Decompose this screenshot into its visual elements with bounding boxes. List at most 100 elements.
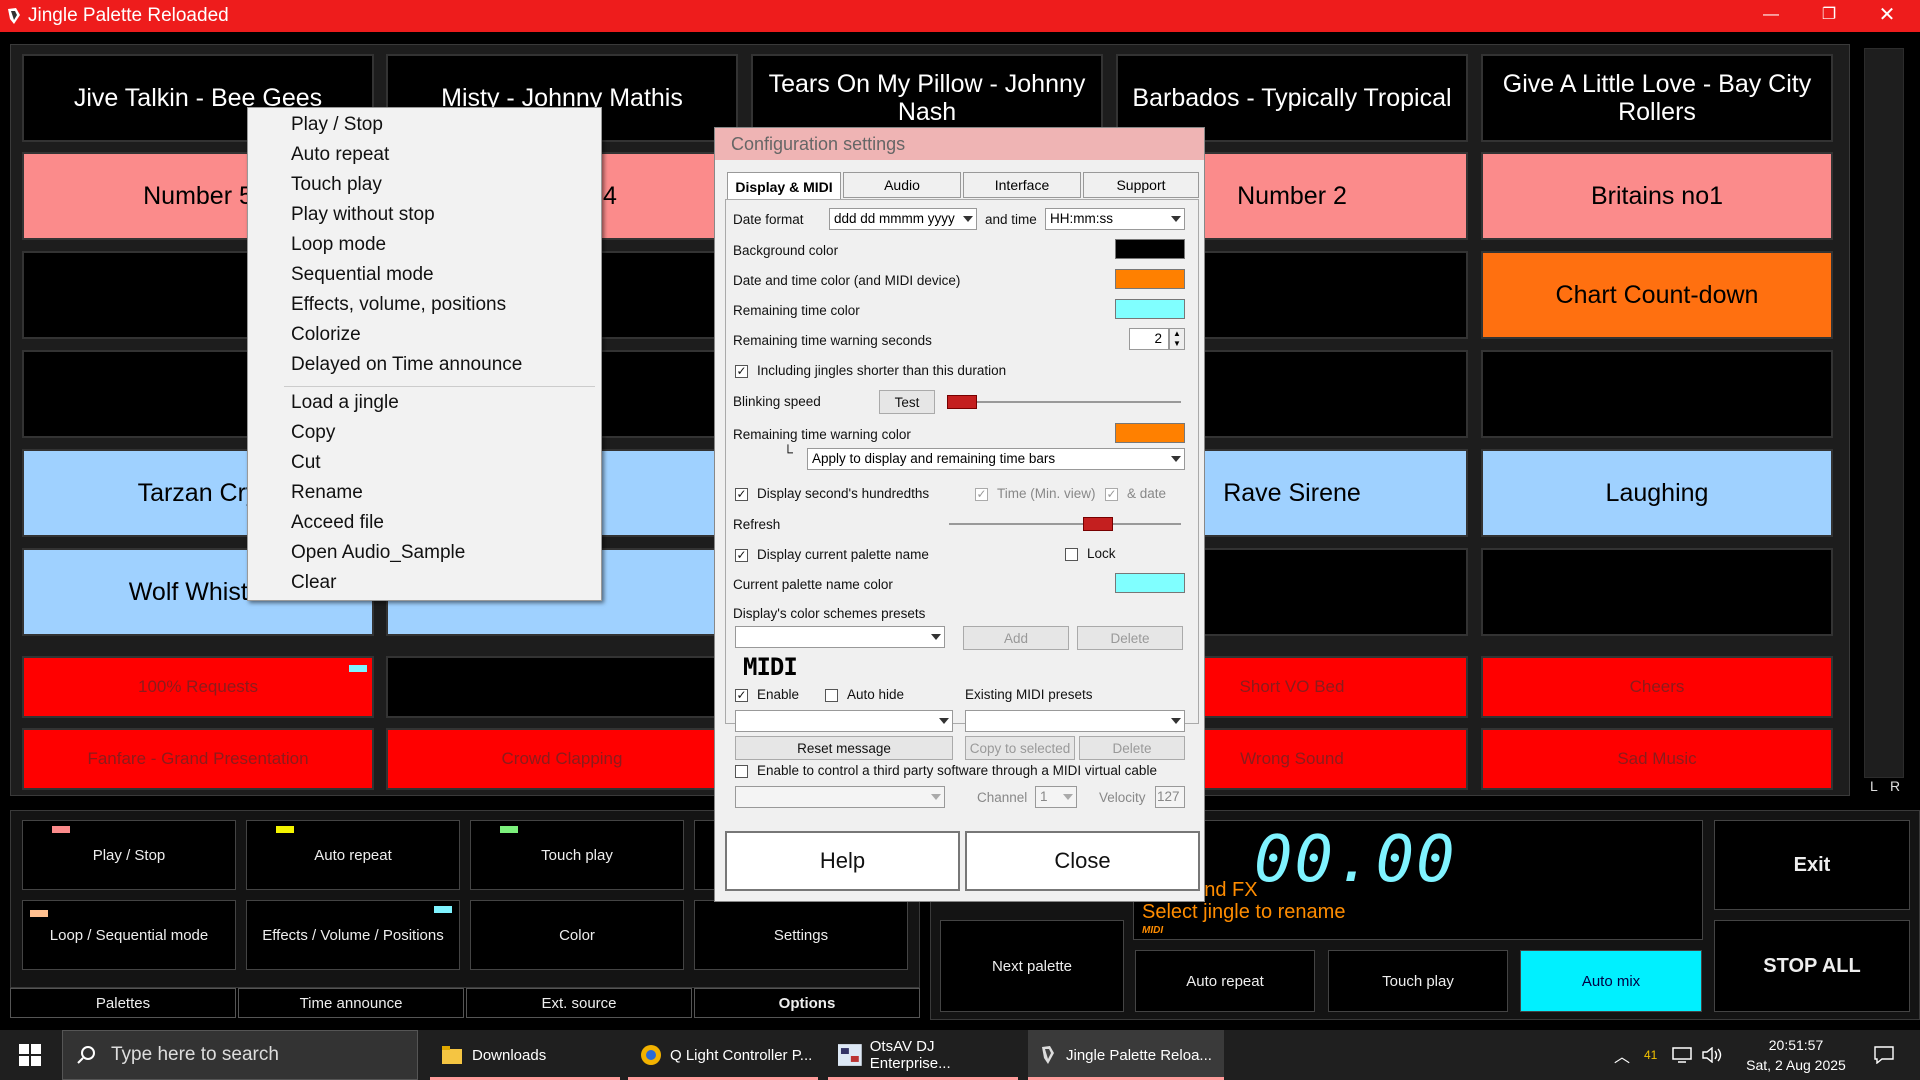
- clock[interactable]: 20:51:57 Sat, 2 Aug 2025: [1736, 1030, 1856, 1080]
- fx-button[interactable]: 100% Requests: [22, 656, 374, 718]
- tab-support[interactable]: Support: [1083, 172, 1199, 198]
- color-button[interactable]: Color: [470, 900, 684, 970]
- menu-item[interactable]: Open Audio_Sample: [291, 542, 465, 564]
- help-button[interactable]: Help: [725, 831, 960, 891]
- test-button[interactable]: Test: [879, 390, 935, 414]
- jingle-button[interactable]: Chart Count-down: [1481, 251, 1833, 339]
- delete-midi-preset-button[interactable]: Delete: [1079, 736, 1185, 760]
- stop-all-button[interactable]: STOP ALL: [1714, 920, 1910, 1012]
- midi-device-select[interactable]: [735, 710, 953, 732]
- network-icon[interactable]: [1672, 1030, 1698, 1080]
- channel-select[interactable]: 1: [1035, 786, 1077, 808]
- apply-to-select[interactable]: Apply to display and remaining time bars: [807, 448, 1185, 470]
- loop-sequential-label: Loop / Sequential mode: [49, 926, 209, 944]
- background-color-swatch[interactable]: [1115, 239, 1185, 259]
- enable-midi-checkbox[interactable]: ✓: [735, 689, 748, 702]
- jingle-label: Give A Little Love - Bay City Rollers: [1502, 70, 1812, 126]
- auto-hide-checkbox[interactable]: [825, 689, 838, 702]
- menu-item[interactable]: Copy: [291, 422, 335, 444]
- virtual-cable-select[interactable]: [735, 786, 945, 808]
- reset-message-button[interactable]: Reset message: [735, 736, 953, 760]
- tab-audio[interactable]: Audio: [843, 172, 961, 198]
- time-format-select[interactable]: HH:mm:ss: [1045, 208, 1185, 230]
- tab-interface[interactable]: Interface: [963, 172, 1081, 198]
- blinking-speed-slider[interactable]: [945, 392, 1185, 412]
- tab-display-midi[interactable]: Display & MIDI: [727, 172, 841, 200]
- menu-item[interactable]: Loop mode: [291, 234, 386, 256]
- config-title: Configuration settings: [715, 128, 1204, 160]
- presets-select[interactable]: [735, 626, 945, 648]
- menu-item[interactable]: Acceed file: [291, 512, 384, 534]
- touch-play-right-button[interactable]: Touch play: [1328, 950, 1508, 1012]
- copy-to-selected-button[interactable]: Copy to selected: [965, 736, 1075, 760]
- menu-item[interactable]: Play without stop: [291, 204, 435, 226]
- minimize-button[interactable]: —: [1742, 0, 1800, 32]
- taskbar-downloads[interactable]: Downloads: [430, 1030, 620, 1080]
- next-palette-button[interactable]: Next palette: [940, 920, 1124, 1012]
- tray-badge[interactable]: 41: [1644, 1030, 1664, 1080]
- tab-options[interactable]: Options: [694, 988, 920, 1018]
- auto-mix-button[interactable]: Auto mix: [1520, 950, 1702, 1012]
- lock-checkbox[interactable]: [1065, 548, 1078, 561]
- tab-ext-source[interactable]: Ext. source: [466, 988, 692, 1018]
- test-button-label: Test: [894, 394, 920, 410]
- including-shorter-checkbox[interactable]: ✓: [735, 365, 748, 378]
- taskbar-otsav[interactable]: OtsAV DJ Enterprise...: [828, 1030, 1018, 1080]
- exit-button[interactable]: Exit: [1714, 820, 1910, 910]
- close-dialog-button[interactable]: Close: [965, 831, 1200, 891]
- fx-button[interactable]: Cheers: [1481, 656, 1833, 718]
- midi-presets-select[interactable]: [965, 710, 1185, 732]
- effects-button[interactable]: Effects / Volume / Positions: [246, 900, 460, 970]
- warning-seconds-input[interactable]: 2: [1129, 328, 1169, 350]
- close-window-button[interactable]: ✕: [1858, 0, 1916, 32]
- refresh-slider[interactable]: [945, 514, 1185, 534]
- search-box[interactable]: Type here to search: [62, 1030, 418, 1080]
- maximize-button[interactable]: ❐: [1800, 0, 1858, 32]
- display-palette-name-checkbox[interactable]: ✓: [735, 549, 748, 562]
- tab-time-announce[interactable]: Time announce: [238, 988, 464, 1018]
- notification-icon[interactable]: [1864, 1030, 1904, 1080]
- fx-button[interactable]: Fanfare - Grand Presentation: [22, 728, 374, 790]
- tab-palettes[interactable]: Palettes: [10, 988, 236, 1018]
- menu-item[interactable]: Cut: [291, 452, 321, 474]
- add-preset-button[interactable]: Add: [963, 626, 1069, 650]
- warning-color-swatch[interactable]: [1115, 423, 1185, 443]
- menu-item[interactable]: Load a jingle: [291, 392, 399, 414]
- and-date-checkbox[interactable]: ✓: [1105, 488, 1118, 501]
- remaining-time-color-swatch[interactable]: [1115, 299, 1185, 319]
- menu-item[interactable]: Auto repeat: [291, 144, 389, 166]
- jingle-button[interactable]: [1481, 548, 1833, 636]
- menu-item[interactable]: Delayed on Time announce: [291, 354, 522, 376]
- fx-button[interactable]: [386, 656, 738, 718]
- display-hundredths-checkbox[interactable]: ✓: [735, 488, 748, 501]
- menu-item[interactable]: Touch play: [291, 174, 382, 196]
- auto-repeat-right-button[interactable]: Auto repeat: [1135, 950, 1315, 1012]
- velocity-input[interactable]: 127: [1155, 786, 1185, 808]
- taskbar-qlc[interactable]: Q Light Controller P...: [628, 1030, 818, 1080]
- jingle-button[interactable]: [1481, 350, 1833, 438]
- chevron-up-icon[interactable]: ︿: [1614, 1030, 1634, 1080]
- start-button[interactable]: [0, 1030, 60, 1080]
- menu-item[interactable]: Effects, volume, positions: [291, 294, 506, 316]
- jingle-button[interactable]: Give A Little Love - Bay City Rollers: [1481, 54, 1833, 142]
- menu-item[interactable]: Sequential mode: [291, 264, 434, 286]
- menu-item[interactable]: Clear: [291, 572, 336, 594]
- third-party-checkbox[interactable]: [735, 765, 748, 778]
- menu-item[interactable]: Colorize: [291, 324, 361, 346]
- palette-name-color-swatch[interactable]: [1115, 573, 1185, 593]
- delete-preset-button[interactable]: Delete: [1077, 626, 1183, 650]
- menu-item[interactable]: Play / Stop: [291, 114, 383, 136]
- fx-button[interactable]: Crowd Clapping: [386, 728, 738, 790]
- loop-sequential-button[interactable]: Loop / Sequential mode: [22, 900, 236, 970]
- taskbar-jingle-palette[interactable]: Jingle Palette Reloa...: [1028, 1030, 1224, 1080]
- volume-icon[interactable]: [1702, 1030, 1728, 1080]
- date-format-select[interactable]: ddd dd mmmm yyyy: [829, 208, 977, 230]
- warning-seconds-spinner[interactable]: ▲ ▼: [1169, 328, 1185, 350]
- menu-item[interactable]: Rename: [291, 482, 363, 504]
- jingle-button[interactable]: Laughing: [1481, 449, 1833, 537]
- fx-button[interactable]: Sad Music: [1481, 728, 1833, 790]
- date-time-color-swatch[interactable]: [1115, 269, 1185, 289]
- time-min-view-checkbox[interactable]: ✓: [975, 488, 988, 501]
- jingle-button[interactable]: Britains no1: [1481, 152, 1833, 240]
- settings-button[interactable]: Settings: [694, 900, 908, 970]
